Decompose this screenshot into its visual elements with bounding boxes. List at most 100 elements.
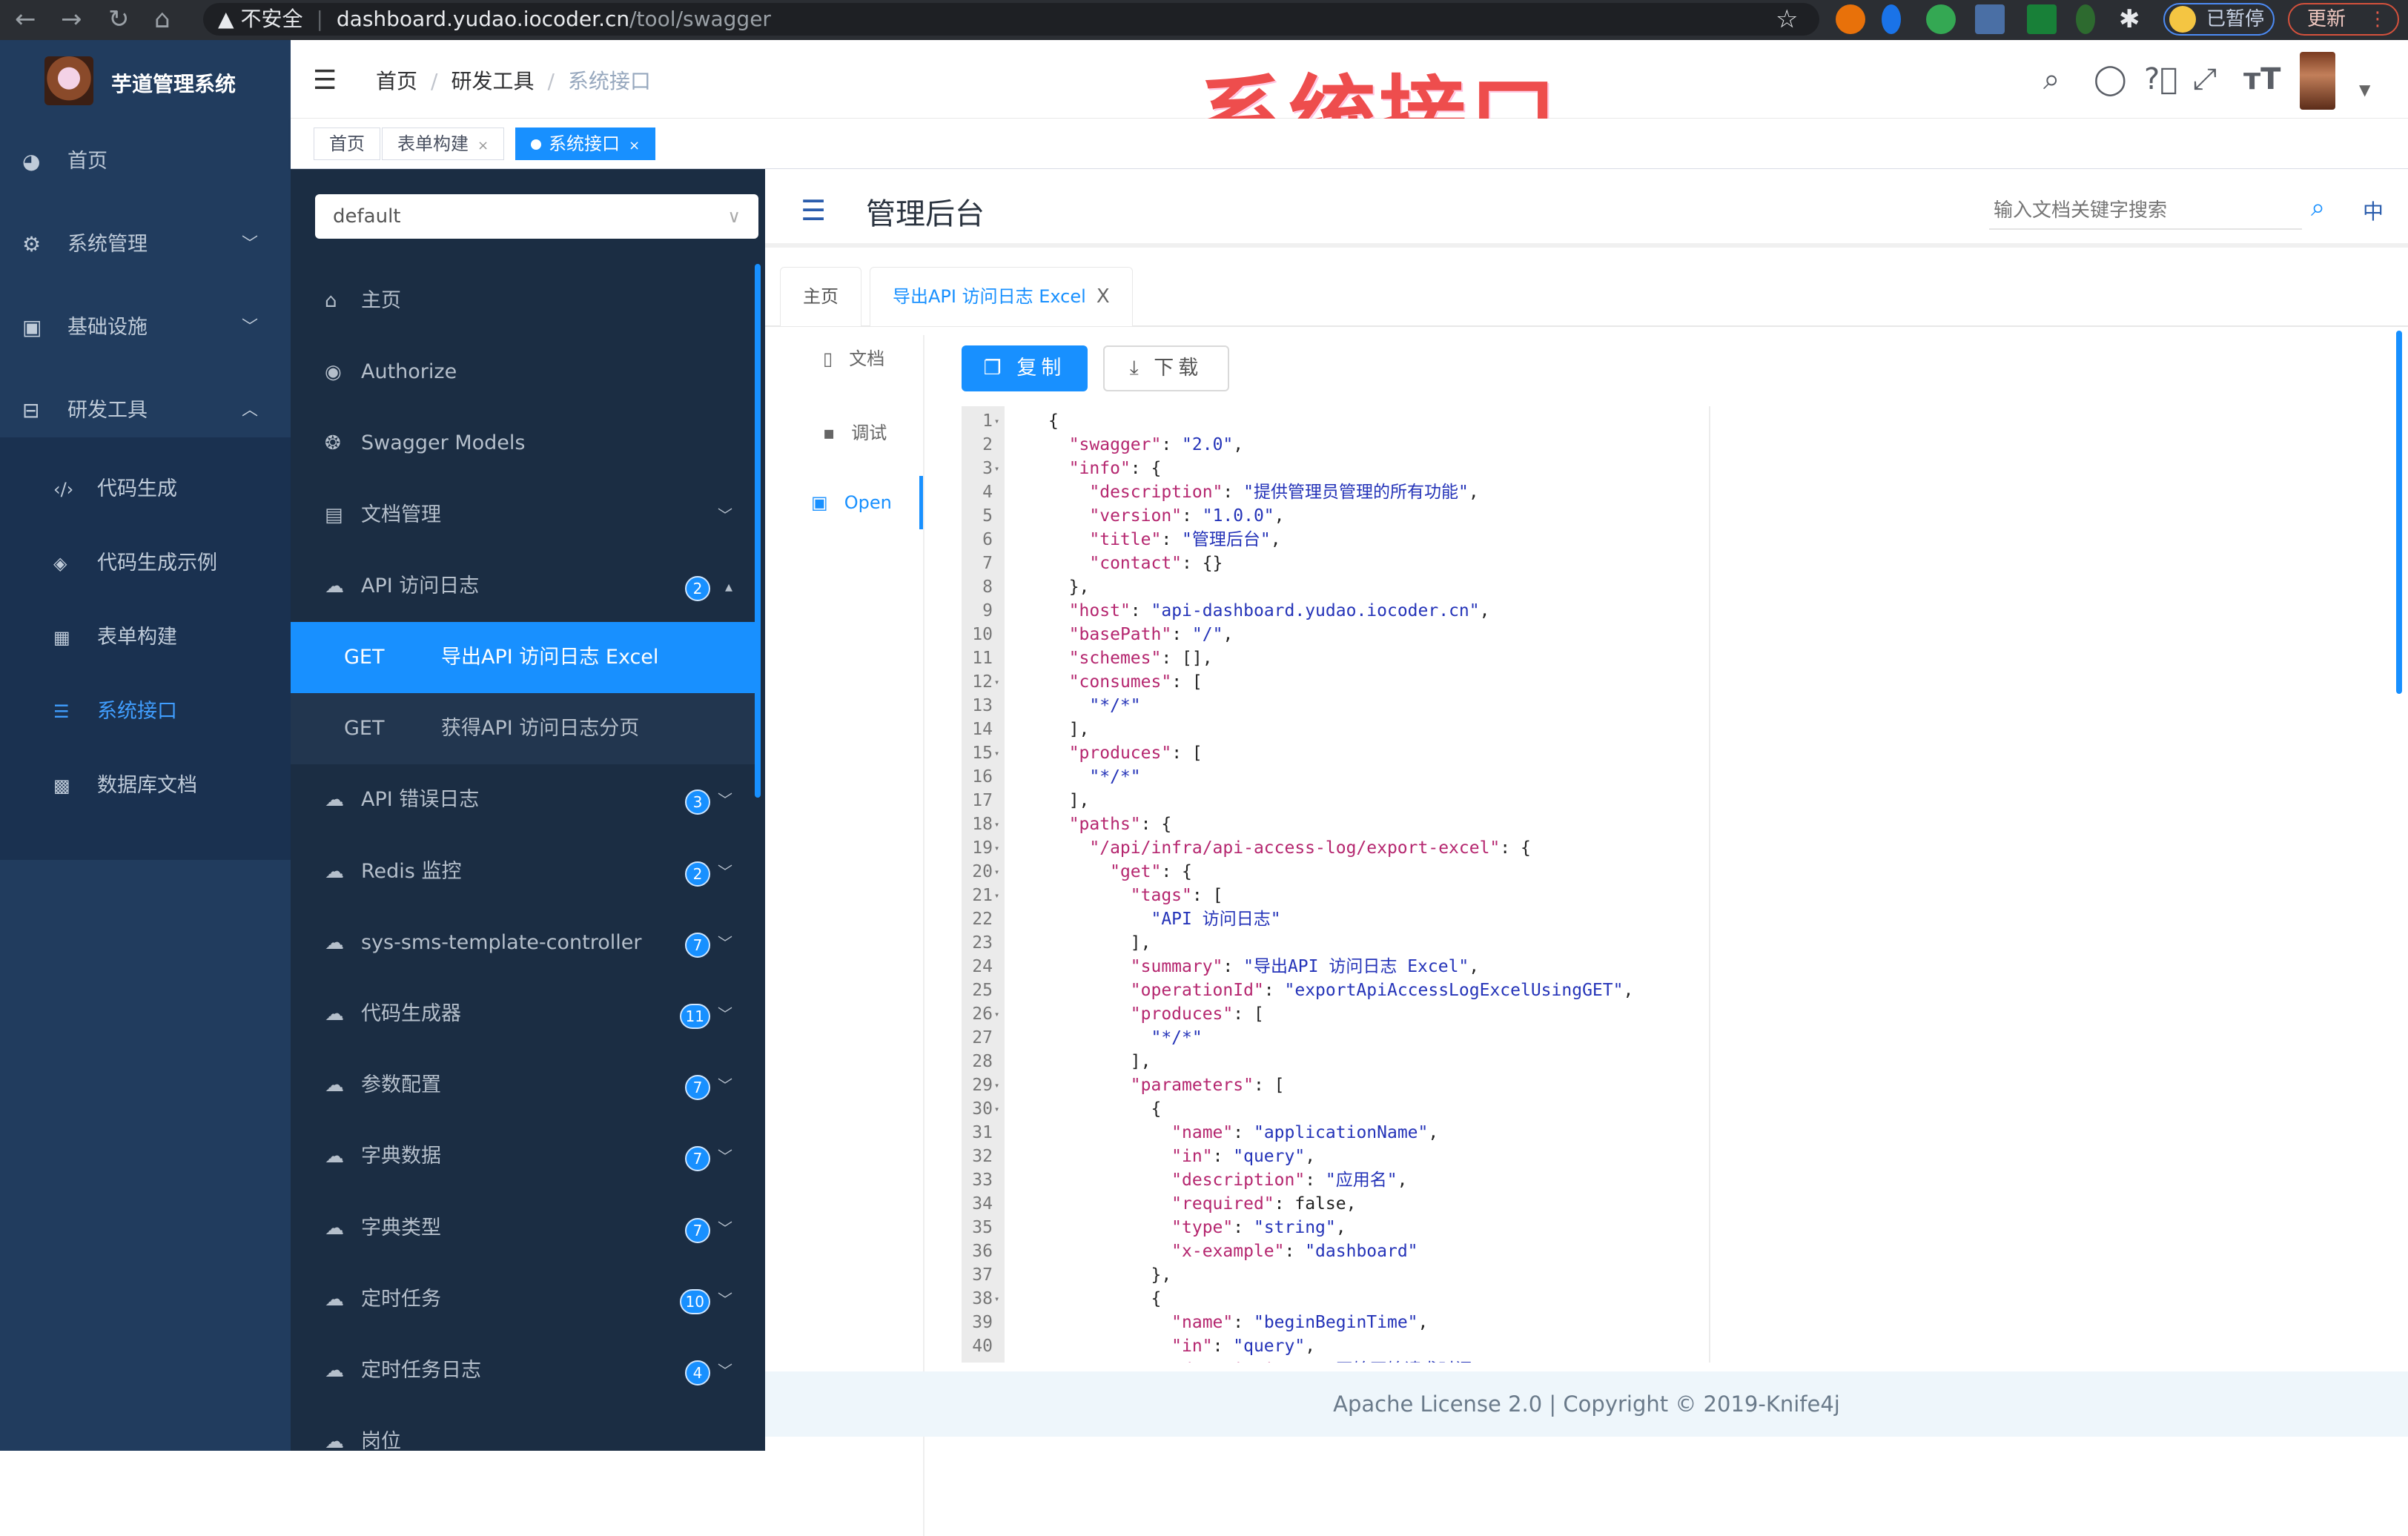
puzzle-icon[interactable]: ✱ [2119, 6, 2140, 33]
fold-arrow-icon[interactable]: ▾ [994, 884, 999, 907]
api-endpoint-item[interactable]: GET 导出API 访问日志 Excel [291, 622, 756, 693]
profile-paused-button[interactable]: 已暂停 [2163, 3, 2275, 36]
menu-item[interactable]: ☁ 定时任务 10 ﹀ [291, 1264, 756, 1335]
code-line: 2 "swagger": "2.0", [962, 433, 1905, 457]
menu-item[interactable]: ⌂ 主页 [291, 265, 756, 337]
menu-item[interactable]: ☁ 定时任务日志 4 ﹀ [291, 1335, 756, 1406]
extension-icon[interactable] [2027, 4, 2057, 34]
line-number: 38 [972, 1289, 993, 1308]
tag-item[interactable]: 首页 [314, 128, 380, 160]
breadcrumb-item[interactable]: 首页 [376, 69, 417, 93]
extension-icon[interactable] [1836, 4, 1865, 34]
extension-icon[interactable] [1882, 4, 1901, 34]
menu-toggle-icon[interactable]: ☰ [801, 194, 826, 227]
line-number: 2 [982, 435, 993, 454]
tag-item[interactable]: 表单构建 × [382, 128, 505, 160]
menu-item[interactable]: ☁ 字典数据 7 ﹀ [291, 1121, 756, 1192]
menu-item[interactable]: ◉ Authorize [291, 337, 756, 408]
menu-scrollbar[interactable] [755, 264, 761, 798]
extension-icon[interactable] [2076, 4, 2095, 34]
help-icon[interactable]: ?⃝ [2144, 62, 2177, 96]
json-editor[interactable]: 1 ▾{2 "swagger": "2.0", 3 ▾ "info": {4 "des… [962, 406, 1905, 1363]
sidebar-subitem[interactable]: ◈ 代码生成示例 [0, 526, 291, 600]
menu-item[interactable]: ▤ 文档管理 ﹀ [291, 480, 756, 551]
caret-down-icon[interactable]: ▼ [2359, 81, 2370, 99]
subnav-doc[interactable]: ▯ 文档 [823, 344, 884, 370]
sidebar-item[interactable]: ◕ 首页 [0, 122, 291, 202]
tab-export-excel[interactable]: 导出API 访问日志 Excel X [870, 267, 1133, 326]
sidebar-subitem[interactable]: ☰ 系统接口 [0, 675, 291, 749]
fold-arrow-icon[interactable]: ▾ [994, 1073, 999, 1097]
http-method: GET [344, 717, 385, 741]
search-icon[interactable]: ⌕ [2043, 62, 2060, 96]
close-icon[interactable]: × [629, 138, 640, 153]
sidebar-subitem[interactable]: ‹/› 代码生成 [0, 452, 291, 526]
language-switch[interactable]: 中 [2363, 196, 2384, 225]
close-icon[interactable]: × [477, 138, 489, 153]
open-file-icon: ▣ [811, 492, 828, 513]
hamburger-icon[interactable]: ☰ [313, 65, 337, 96]
code-line: 5 "version": "1.0.0", [962, 504, 1905, 528]
extension-icon[interactable] [1975, 4, 2005, 34]
search-icon[interactable]: ⌕ [2311, 193, 2325, 222]
menu-item[interactable]: ❂ Swagger Models [291, 408, 756, 479]
code-text: "basePath": "/", [1068, 625, 1234, 644]
group-select[interactable]: default ∨ [315, 194, 758, 239]
menu-item[interactable]: ☁ API 错误日志 3 ﹀ [291, 764, 756, 835]
github-icon[interactable]: ◯ [2094, 62, 2127, 96]
download-button[interactable]: ⤓ 下载 [1103, 345, 1229, 391]
font-size-icon[interactable]: тT [2243, 62, 2280, 96]
fold-arrow-icon[interactable]: ▾ [994, 1097, 999, 1121]
menu-item[interactable]: ☁ 字典类型 7 ﹀ [291, 1193, 756, 1264]
menu-item[interactable]: ☁ API 访问日志 2 ▴ [291, 551, 756, 622]
menu-item[interactable]: ☁ Redis 监控 2 ﹀ [291, 836, 756, 907]
menu-item[interactable]: ☁ 岗位 [291, 1406, 756, 1451]
tag-item[interactable]: 系统接口 × [515, 128, 656, 160]
fold-arrow-icon[interactable]: ▾ [994, 741, 999, 765]
chevron-down-icon: ﹀ [718, 933, 732, 952]
home-icon[interactable]: ⌂ [154, 6, 171, 33]
code-line: 40 "in": "query", [962, 1334, 1905, 1358]
fullscreen-icon[interactable]: ⤢ [2193, 62, 2217, 96]
fold-arrow-icon[interactable]: ▾ [994, 812, 999, 836]
menu-item-label: 定时任务 [361, 1287, 441, 1311]
code-line: 12 ▾ "consumes": [ [962, 670, 1905, 694]
sidebar-subitem[interactable]: ▩ 数据库文档 [0, 749, 291, 823]
update-button[interactable]: 更新 ⋮ [2288, 3, 2399, 36]
code-text: "get": { [1110, 862, 1192, 881]
menu-item[interactable]: ☁ 代码生成器 11 ﹀ [291, 979, 756, 1050]
fold-arrow-icon[interactable]: ▾ [994, 836, 999, 860]
breadcrumb-item[interactable]: 研发工具 [451, 69, 534, 93]
fold-arrow-icon[interactable]: ▾ [994, 457, 999, 480]
api-endpoint-item[interactable]: GET 获得API 访问日志分页 [291, 693, 756, 765]
fold-arrow-icon[interactable]: ▾ [994, 409, 999, 433]
address-bar[interactable]: ▲ 不安全 | dashboard.yudao.iocoder.cn/tool/sw… [203, 3, 1819, 36]
copy-button[interactable]: ❐ 复制 [962, 345, 1088, 391]
back-icon[interactable]: ← [15, 6, 36, 33]
doc-search-input[interactable] [1989, 193, 2302, 230]
doc-title: 管理后台 [866, 197, 985, 231]
subnav-debug[interactable]: ▪ 调试 [823, 418, 887, 444]
subnav-open[interactable]: ▣ Open [811, 492, 892, 513]
line-number: 15 [972, 744, 993, 763]
fold-arrow-icon[interactable]: ▾ [994, 1002, 999, 1026]
sidebar-item[interactable]: ▣ 基础设施 ﹀ [0, 288, 291, 368]
forward-icon[interactable]: → [61, 6, 82, 33]
menu-item-label: API 错误日志 [361, 788, 480, 812]
menu-item[interactable]: ☁ 参数配置 7 ﹀ [291, 1050, 756, 1121]
fold-arrow-icon[interactable]: ▾ [994, 1287, 999, 1311]
avatar[interactable] [2300, 52, 2335, 110]
close-icon[interactable]: X [1096, 285, 1110, 308]
extension-icon[interactable] [1926, 4, 1956, 34]
tab-label: 导出API 访问日志 Excel [893, 286, 1086, 307]
bookmark-star-icon[interactable]: ☆ [1776, 6, 1798, 33]
reload-icon[interactable]: ↻ [108, 6, 130, 33]
menu-item[interactable]: ☁ sys-sms-template-controller 7 ﹀ [291, 907, 756, 979]
code-text: "*/*" [1151, 1028, 1203, 1047]
sidebar-subitem[interactable]: ▦ 表单构建 [0, 600, 291, 675]
fold-arrow-icon[interactable]: ▾ [994, 670, 999, 694]
sidebar-item[interactable]: ⚙ 系统管理 ﹀ [0, 205, 291, 285]
tab-home[interactable]: 主页 [780, 267, 861, 326]
content-scrollbar[interactable] [2396, 331, 2402, 694]
fold-arrow-icon[interactable]: ▾ [994, 860, 999, 884]
